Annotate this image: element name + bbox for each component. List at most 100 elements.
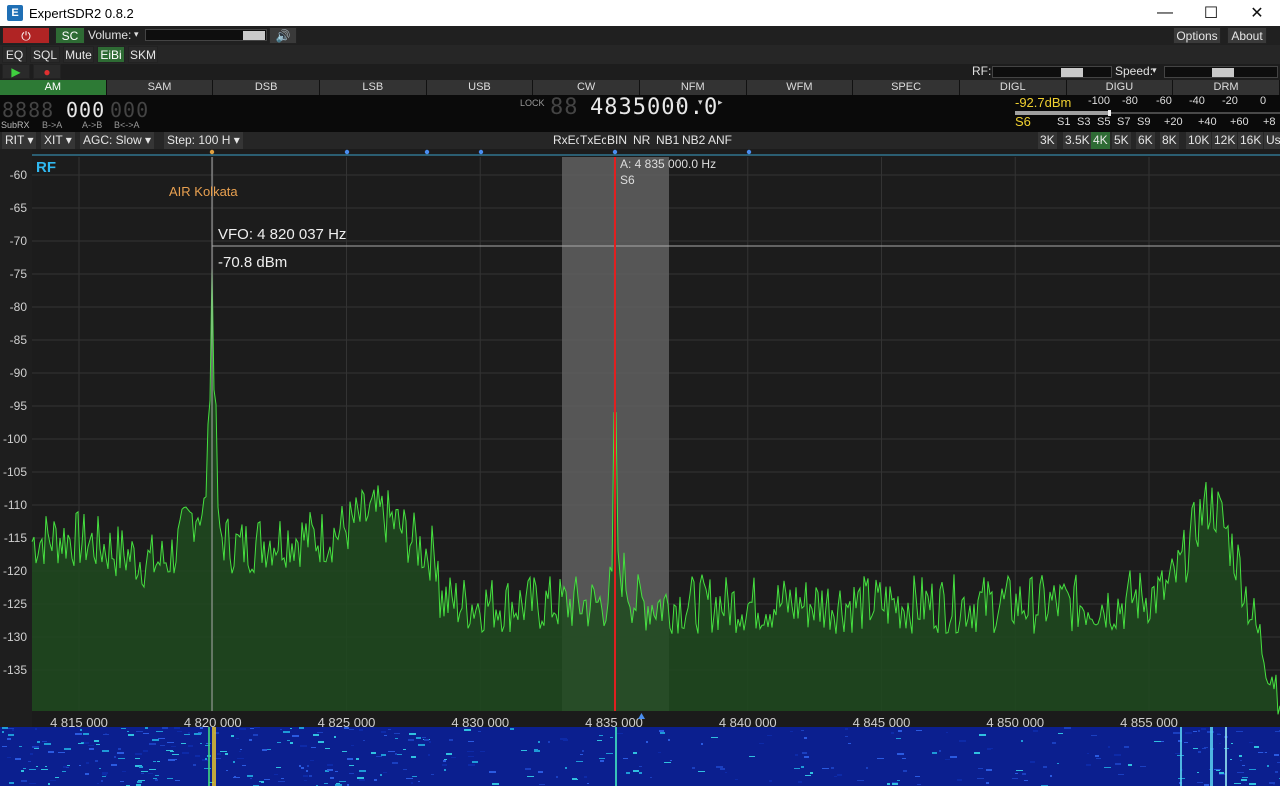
mode-spec-button[interactable]: SPEC xyxy=(853,80,960,95)
mode-lsb-button[interactable]: LSB xyxy=(319,80,427,95)
waterfall-pixel xyxy=(141,771,148,772)
rit-button[interactable]: RIT ▾ xyxy=(2,132,37,149)
filter-3k-button[interactable]: 3K xyxy=(1038,132,1057,149)
station-marker[interactable] xyxy=(746,149,752,155)
speed-slider[interactable] xyxy=(1164,66,1278,78)
mode-digl-button[interactable]: DIGL xyxy=(959,80,1067,95)
filter-16k-button[interactable]: 16K xyxy=(1238,132,1264,149)
station-marker[interactable] xyxy=(424,149,430,155)
waterfall-pixel xyxy=(167,778,173,779)
dsp-anf-button[interactable]: ANF xyxy=(707,132,733,149)
vfo-frequency-label: VFO: 4 820 037 Hz xyxy=(218,226,346,243)
speed-slider-knob[interactable] xyxy=(1212,68,1234,77)
filter-10k-button[interactable]: 10K xyxy=(1186,132,1212,149)
mode-dsb-button[interactable]: DSB xyxy=(213,80,320,95)
skm-button[interactable]: SKM xyxy=(128,46,158,63)
waterfall-plot[interactable] xyxy=(0,727,1280,786)
power-button[interactable]: ⏻ xyxy=(2,27,50,44)
close-button[interactable]: ✕ xyxy=(1234,0,1280,26)
spectrum-plot[interactable]: -60 -65 -70 -75 -80 -85 -90 -95 -100 -105 -110 -115… xyxy=(0,149,1280,730)
a-to-b-button[interactable]: A->B xyxy=(82,120,102,130)
filter-8k-button[interactable]: 8K xyxy=(1160,132,1179,149)
mute-button[interactable]: Mute xyxy=(63,46,94,63)
play-button[interactable]: ▶ xyxy=(2,64,30,79)
y-tick-label: -110 xyxy=(4,498,27,512)
about-button[interactable]: About xyxy=(1227,27,1267,44)
waterfall-pixel xyxy=(801,766,804,768)
waterfall-pixel xyxy=(307,765,309,767)
mode-wfm-button[interactable]: WFM xyxy=(746,80,854,95)
dsp-nr-button[interactable]: NR xyxy=(632,132,652,149)
waterfall-pixel xyxy=(371,752,376,754)
speaker-button[interactable]: 🔊 xyxy=(269,27,297,44)
filter-3.5k-button[interactable]: 3.5K xyxy=(1063,132,1092,149)
mode-am-button[interactable]: AM xyxy=(0,80,107,95)
dsp-nb1-button[interactable]: NB1 xyxy=(655,132,681,149)
station-marker[interactable] xyxy=(209,149,215,155)
mode-sam-button[interactable]: SAM xyxy=(106,80,214,95)
filter-6k-button[interactable]: 6K xyxy=(1136,132,1155,149)
waterfall-pixel xyxy=(276,767,281,768)
y-tick-label: -130 xyxy=(3,630,27,644)
eibi-button[interactable]: EiBi xyxy=(97,46,125,63)
waterfall-pixel xyxy=(1267,765,1269,767)
rf-slider[interactable] xyxy=(992,66,1112,78)
volume-slider-knob[interactable] xyxy=(243,31,265,40)
lock-label[interactable]: LOCK xyxy=(520,98,545,108)
station-marker[interactable] xyxy=(478,149,484,155)
waterfall-pixel xyxy=(117,752,124,754)
volume-dropdown-icon[interactable]: ▾ xyxy=(134,26,139,43)
dsp-bin-button[interactable]: BIN xyxy=(606,132,629,149)
freq-step-left-icon[interactable]: ◂ xyxy=(676,97,681,108)
b-to-a-button[interactable]: B->A xyxy=(42,120,62,130)
speed-label[interactable]: Speed: xyxy=(1115,63,1153,80)
maximize-button[interactable]: ☐ xyxy=(1188,0,1234,26)
filter-use-button[interactable]: Use xyxy=(1264,132,1280,149)
station-marker[interactable] xyxy=(612,149,618,155)
waterfall-pixel xyxy=(897,780,900,781)
xit-button[interactable]: XIT ▾ xyxy=(41,132,75,149)
smeter-tick-bottom: +8 xyxy=(1263,116,1276,128)
filter-5k-button[interactable]: 5K xyxy=(1112,132,1131,149)
mode-usb-button[interactable]: USB xyxy=(426,80,534,95)
volume-label[interactable]: Volume: xyxy=(88,27,131,44)
filter-4k-button[interactable]: 4K xyxy=(1091,132,1110,149)
speed-dropdown-icon[interactable]: ▾ xyxy=(1152,62,1157,79)
waterfall-pixel xyxy=(1154,741,1161,742)
waterfall-pixel xyxy=(277,742,281,743)
sc-button[interactable]: SC xyxy=(55,27,85,44)
subrx-freq-dim-tail: 000 xyxy=(110,98,150,122)
subrx-freq-digits[interactable]: 000 xyxy=(66,98,105,122)
waterfall-pixel xyxy=(932,752,937,754)
volume-slider[interactable] xyxy=(145,29,267,41)
mode-nfm-button[interactable]: NFM xyxy=(639,80,747,95)
mode-cw-button[interactable]: CW xyxy=(533,80,640,95)
agc-dropdown[interactable]: AGC: Slow ▾ xyxy=(80,132,155,149)
spectrum-panel[interactable]: -60 -65 -70 -75 -80 -85 -90 -95 -100 -105 -110 -115… xyxy=(0,149,1280,730)
minimize-button[interactable]: — xyxy=(1142,0,1188,26)
waterfall-pixel xyxy=(334,736,336,738)
dsp-nb2-button[interactable]: NB2 xyxy=(681,132,707,149)
freq-step-down-icon[interactable]: ▾ xyxy=(698,97,703,108)
swap-ab-button[interactable]: B<->A xyxy=(114,120,140,130)
step-dropdown[interactable]: Step: 100 H ▾ xyxy=(164,132,243,149)
smeter-tick-top: -40 xyxy=(1189,95,1205,107)
mode-digu-button[interactable]: DIGU xyxy=(1066,80,1174,95)
record-button[interactable]: ● xyxy=(33,64,61,79)
filter-12k-button[interactable]: 12K xyxy=(1212,132,1238,149)
mode-drm-button[interactable]: DRM xyxy=(1173,80,1280,95)
waterfall-pixel xyxy=(1201,728,1206,730)
rf-slider-knob[interactable] xyxy=(1061,68,1083,77)
waterfall-pixel xyxy=(959,740,966,742)
freq-step-right-icon[interactable]: ▸ xyxy=(718,97,723,108)
dsp-txec-button[interactable]: TxEc xyxy=(579,132,609,149)
eq-button[interactable]: EQ xyxy=(2,46,27,63)
waterfall-display[interactable] xyxy=(0,727,1280,786)
waterfall-pixel xyxy=(8,734,14,736)
options-button[interactable]: Options xyxy=(1173,27,1221,44)
waterfall-pixel xyxy=(300,745,307,747)
station-marker[interactable] xyxy=(344,149,350,155)
sql-button[interactable]: SQL xyxy=(30,46,60,63)
station-label[interactable]: AIR Kolkata xyxy=(169,184,238,199)
waterfall-signal-trace xyxy=(1210,727,1213,786)
